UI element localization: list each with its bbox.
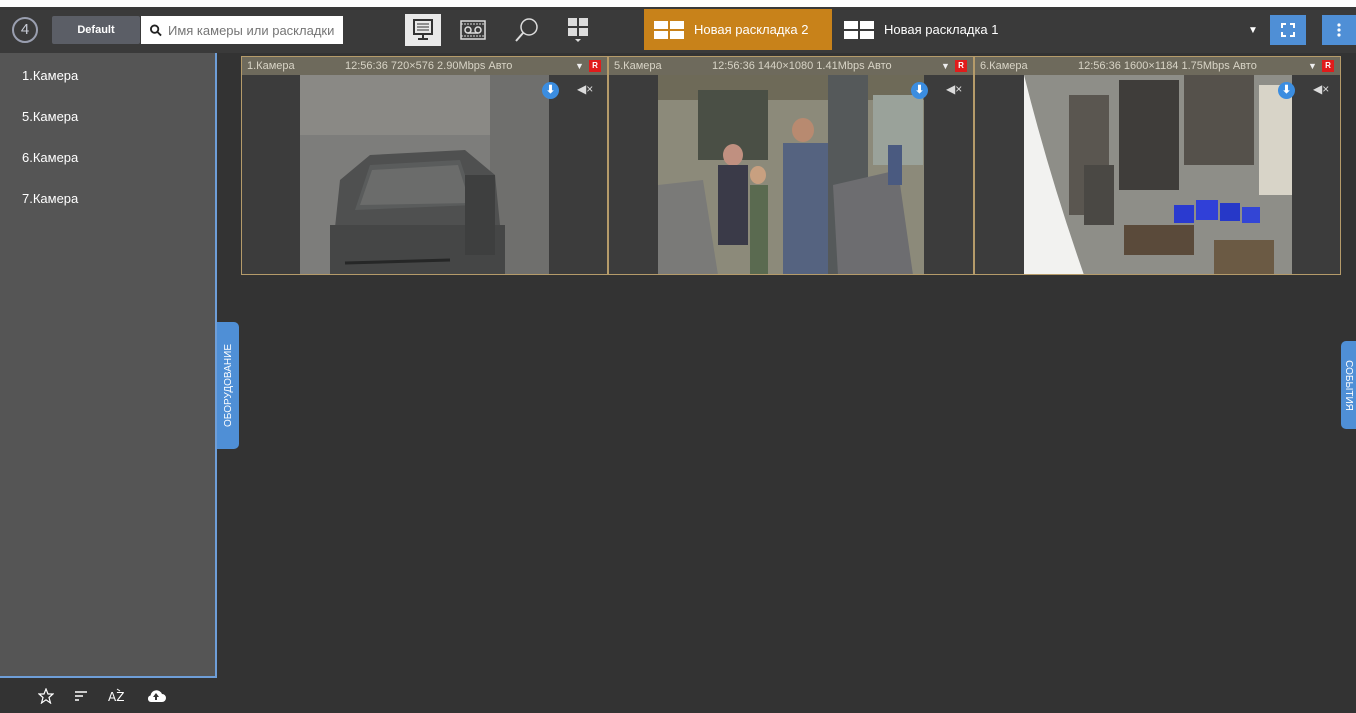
- camera-tile-1[interactable]: 1.Камера 12:56:36 720×576 2.90Mbps Авто …: [241, 56, 608, 275]
- tile-stream-info: 12:56:36 1600×1184 1.75Mbps Авто: [1078, 60, 1257, 72]
- app-window: 4 Default Новая раскладка 2 Новая раскла…: [0, 7, 1356, 713]
- layout-tab-2[interactable]: Новая раскладка 2: [644, 9, 832, 50]
- kebab-menu-icon: [1337, 23, 1341, 37]
- tile-camera-name: 1.Камера: [247, 60, 295, 72]
- car-scene-image: [300, 75, 549, 274]
- search-input[interactable]: [168, 22, 343, 38]
- equipment-panel-tab[interactable]: ОБОРУДОВАНИЕ: [217, 322, 239, 449]
- events-panel-tab[interactable]: СОБЫТИЯ: [1341, 341, 1356, 429]
- recording-badge: R: [1322, 60, 1334, 72]
- tile-header: 1.Камера 12:56:36 720×576 2.90Mbps Авто …: [242, 57, 607, 75]
- equipment-tab-label: ОБОРУДОВАНИЕ: [222, 344, 234, 427]
- camera-list-item[interactable]: 1.Камера: [0, 53, 215, 94]
- layouts-mode-button[interactable]: [560, 14, 596, 46]
- app-logo-icon[interactable]: 4: [12, 17, 38, 43]
- layouts-dropdown-button[interactable]: ▼: [1242, 15, 1264, 45]
- camera-list-item[interactable]: 6.Камера: [0, 135, 215, 176]
- mute-icon[interactable]: ◀×: [1313, 82, 1329, 96]
- fullscreen-icon: [1281, 23, 1295, 37]
- sort-icon[interactable]: [74, 690, 88, 702]
- layout-tab-label: Новая раскладка 1: [884, 22, 999, 37]
- search-icon: [150, 24, 162, 36]
- stream-dropdown-icon[interactable]: ▼: [941, 61, 955, 71]
- more-menu-button[interactable]: [1322, 15, 1356, 45]
- default-profile-button[interactable]: Default: [52, 16, 140, 44]
- az-sort-icon[interactable]: AZ: [108, 688, 126, 704]
- top-toolbar: 4 Default Новая раскладка 2 Новая раскла…: [0, 7, 1356, 53]
- camera-list-item[interactable]: 5.Камера: [0, 94, 215, 135]
- tile-header: 5.Камера 12:56:36 1440×1080 1.41Mbps Авт…: [609, 57, 973, 75]
- download-icon[interactable]: ⬇: [1278, 82, 1295, 99]
- camera-list-item[interactable]: 7.Камера: [0, 176, 215, 217]
- layout-tab-1[interactable]: Новая раскладка 1: [834, 9, 1024, 50]
- mute-icon[interactable]: ◀×: [577, 82, 593, 96]
- camera-tile-6[interactable]: 6.Камера 12:56:36 1600×1184 1.75Mbps Авт…: [974, 56, 1341, 275]
- fullscreen-button[interactable]: [1270, 15, 1306, 45]
- camera-video-frame[interactable]: [658, 75, 924, 274]
- layout-grid-icon: [844, 20, 874, 39]
- warehouse-scene-image: [1024, 75, 1292, 274]
- grid-icon: [568, 18, 588, 42]
- tape-icon: [460, 20, 486, 40]
- search-mode-button[interactable]: [509, 14, 545, 46]
- archive-mode-button[interactable]: [455, 14, 491, 46]
- tile-camera-name: 5.Камера: [614, 60, 662, 72]
- camera-video-frame[interactable]: [300, 75, 549, 274]
- camera-tile-5[interactable]: 5.Камера 12:56:36 1440×1080 1.41Mbps Авт…: [608, 56, 974, 275]
- download-icon[interactable]: ⬇: [911, 82, 928, 99]
- monitor-icon: [413, 19, 433, 40]
- camera-video-frame[interactable]: [1024, 75, 1292, 274]
- layout-tab-label: Новая раскладка 2: [694, 22, 809, 37]
- stream-dropdown-icon[interactable]: ▼: [575, 61, 589, 71]
- live-mode-button[interactable]: [405, 14, 441, 46]
- camera-list-panel: 1.Камера 5.Камера 6.Камера 7.Камера: [0, 53, 217, 678]
- recording-badge: R: [955, 60, 967, 72]
- stream-dropdown-icon[interactable]: ▼: [1308, 61, 1322, 71]
- svg-text:AZ: AZ: [108, 690, 124, 704]
- download-icon[interactable]: ⬇: [542, 82, 559, 99]
- magnifier-icon: [515, 18, 538, 42]
- camera-list-footer: AZ: [0, 678, 217, 713]
- star-icon[interactable]: [38, 687, 54, 704]
- mute-icon[interactable]: ◀×: [946, 82, 962, 96]
- tile-stream-info: 12:56:36 1440×1080 1.41Mbps Авто: [712, 60, 892, 72]
- tile-camera-name: 6.Камера: [980, 60, 1028, 72]
- layout-grid-icon: [654, 20, 684, 39]
- hall-scene-image: [658, 75, 924, 274]
- tile-header: 6.Камера 12:56:36 1600×1184 1.75Mbps Авт…: [975, 57, 1340, 75]
- recording-badge: R: [589, 60, 601, 72]
- events-tab-label: СОБЫТИЯ: [1343, 359, 1354, 411]
- search-box[interactable]: [141, 16, 343, 44]
- cloud-upload-icon[interactable]: [146, 688, 166, 704]
- tile-stream-info: 12:56:36 720×576 2.90Mbps Авто: [345, 60, 513, 72]
- caret-down-icon: ▼: [1248, 24, 1258, 36]
